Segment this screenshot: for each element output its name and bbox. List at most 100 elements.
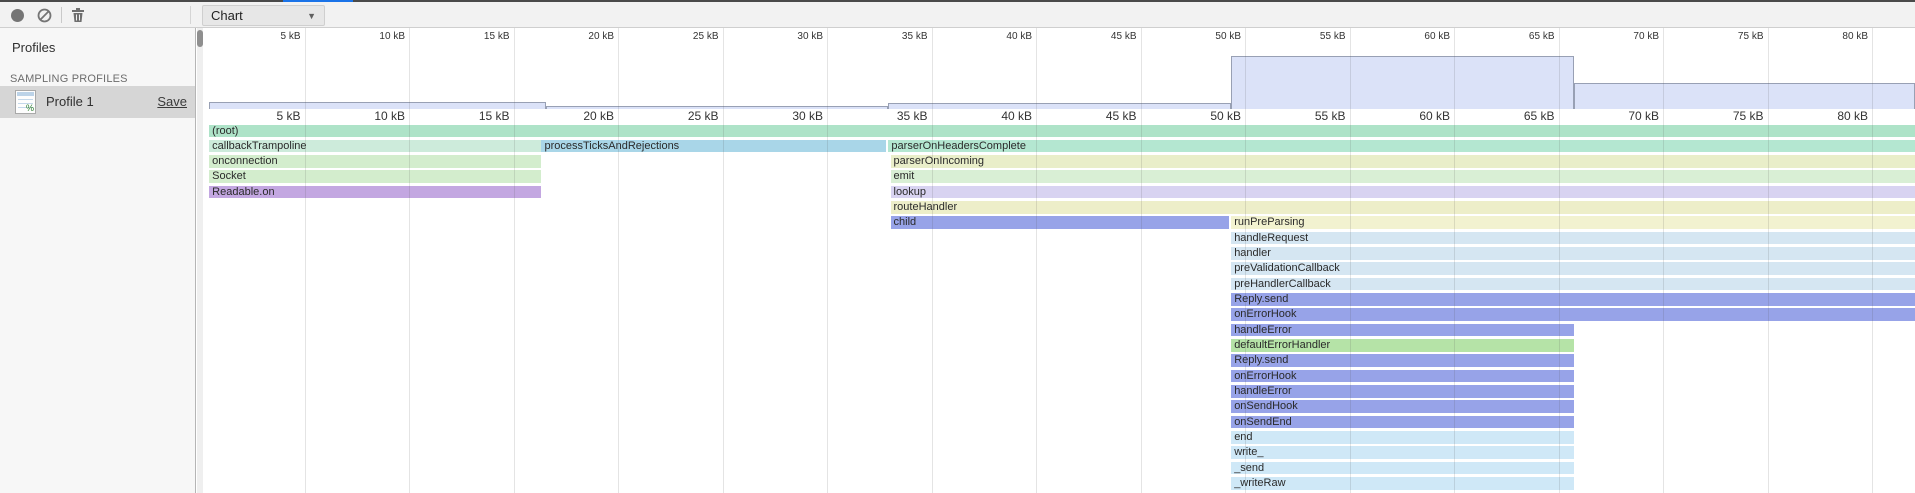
flame-bar[interactable]: parserOnHeadersComplete xyxy=(888,140,1914,153)
ruler-bottom-tick-label: 45 kB xyxy=(1067,109,1137,123)
ruler-top-tick-label: 55 kB xyxy=(1276,31,1346,42)
vertical-scrollbar-thumb[interactable] xyxy=(197,30,203,47)
flame-bar[interactable]: child xyxy=(891,216,1230,229)
clear-button[interactable] xyxy=(34,2,54,28)
overview-step[interactable] xyxy=(888,103,1231,109)
ruler-top-tick-label: 80 kB xyxy=(1798,31,1868,42)
flame-bar[interactable]: emit xyxy=(891,170,1915,183)
save-profile-link[interactable]: Save xyxy=(157,94,187,109)
profiles-sidebar: Profiles SAMPLING PROFILES % Profile 1 S… xyxy=(0,28,196,493)
ruler-top-tick-label: 75 kB xyxy=(1694,31,1764,42)
flame-bar[interactable]: (root) xyxy=(209,125,1914,138)
ruler-bottom-tick-label: 60 kB xyxy=(1380,109,1450,123)
profile-icon: % xyxy=(15,90,36,114)
ruler-top-tick-label: 20 kB xyxy=(544,31,614,42)
ruler-top-tick-label: 25 kB xyxy=(649,31,719,42)
overview-step[interactable] xyxy=(1574,83,1915,109)
flame-bar[interactable]: onconnection xyxy=(209,155,541,168)
gridline xyxy=(305,28,306,493)
ruler-bottom-tick-label: 55 kB xyxy=(1276,109,1346,123)
flame-bar[interactable]: onSendHook xyxy=(1231,400,1574,413)
flame-bar[interactable]: end xyxy=(1231,431,1574,444)
ruler-top-tick-label: 50 kB xyxy=(1171,31,1241,42)
flame-bar[interactable]: Readable.on xyxy=(209,186,541,199)
gridline xyxy=(618,28,619,493)
ruler-bottom-tick-label: 35 kB xyxy=(858,109,928,123)
flame-bar[interactable]: write_ xyxy=(1231,446,1574,459)
gridline xyxy=(409,28,410,493)
flame-bar[interactable]: handleError xyxy=(1231,324,1574,337)
flame-bar[interactable]: Reply.send xyxy=(1231,354,1574,367)
ruler-bottom-tick-label: 5 kB xyxy=(231,109,301,123)
flame-bar[interactable]: _send xyxy=(1231,462,1574,475)
flame-bar[interactable]: preHandlerCallback xyxy=(1231,278,1914,291)
gridline xyxy=(1350,28,1351,493)
flame-bar[interactable]: handleError xyxy=(1231,385,1574,398)
ruler-top-tick-label: 60 kB xyxy=(1380,31,1450,42)
view-mode-select[interactable]: Chart ▼ xyxy=(202,5,325,26)
ruler-bottom-tick-label: 80 kB xyxy=(1798,109,1868,123)
overview-step[interactable] xyxy=(1231,56,1574,109)
profile-name: Profile 1 xyxy=(46,94,94,109)
chevron-down-icon: ▼ xyxy=(307,11,316,21)
ruler-top-tick-label: 45 kB xyxy=(1067,31,1137,42)
flame-bar[interactable]: parserOnIncoming xyxy=(891,155,1915,168)
gridline xyxy=(1768,28,1769,493)
flame-bar[interactable]: Socket xyxy=(209,170,541,183)
flame-bar[interactable]: handleRequest xyxy=(1231,232,1914,245)
ruler-top-tick-label: 10 kB xyxy=(335,31,405,42)
record-icon xyxy=(11,9,24,22)
toolbar-separator xyxy=(61,7,62,23)
ruler-bottom-tick-label: 10 kB xyxy=(335,109,405,123)
flame-bar[interactable]: callbackTrampoline xyxy=(209,140,541,153)
profiler-toolbar: Chart ▼ xyxy=(0,2,1915,28)
sidebar-title: Profiles xyxy=(12,40,55,55)
gridline xyxy=(932,28,933,493)
ruler-top-tick-label: 65 kB xyxy=(1485,31,1555,42)
flame-bar[interactable]: routeHandler xyxy=(891,201,1915,214)
flame-bar[interactable]: runPreParsing xyxy=(1231,216,1914,229)
flame-bar[interactable]: preValidationCallback xyxy=(1231,262,1914,275)
flame-bar[interactable]: processTicksAndRejections xyxy=(541,140,886,153)
flame-bar[interactable]: onErrorHook xyxy=(1231,308,1914,321)
toolbar-divider xyxy=(190,6,191,24)
gridline xyxy=(1036,28,1037,493)
gridline xyxy=(1454,28,1455,493)
gridline xyxy=(1245,28,1246,493)
record-button[interactable] xyxy=(8,2,26,28)
clear-icon xyxy=(37,8,52,23)
ruler-bottom-tick-label: 30 kB xyxy=(753,109,823,123)
devtools-memory-panel: Chart ▼ Profiles SAMPLING PROFILES % Pro… xyxy=(0,0,1915,493)
flame-bar[interactable]: onSendEnd xyxy=(1231,416,1574,429)
delete-profile-button[interactable] xyxy=(68,2,88,28)
trash-icon xyxy=(71,7,85,23)
flame-bar[interactable]: defaultErrorHandler xyxy=(1231,339,1574,352)
ruler-bottom-tick-label: 65 kB xyxy=(1485,109,1555,123)
flame-bar[interactable]: lookup xyxy=(891,186,1915,199)
ruler-top-tick-label: 40 kB xyxy=(962,31,1032,42)
ruler-bottom-tick-label: 20 kB xyxy=(544,109,614,123)
gridline xyxy=(514,28,515,493)
ruler-bottom-tick-label: 15 kB xyxy=(440,109,510,123)
flame-bar[interactable]: handler xyxy=(1231,247,1914,260)
gridline xyxy=(1141,28,1142,493)
sidebar-item-profile-1[interactable]: % Profile 1 Save xyxy=(0,86,195,118)
flame-bar[interactable]: Reply.send xyxy=(1231,293,1914,306)
ruler-bottom-tick-label: 50 kB xyxy=(1171,109,1241,123)
overview-step[interactable] xyxy=(209,102,545,109)
sampling-profiles-header: SAMPLING PROFILES xyxy=(10,73,128,85)
flame-bar[interactable]: _writeRaw xyxy=(1231,477,1574,490)
gridline xyxy=(1559,28,1560,493)
ruler-top-tick-label: 30 kB xyxy=(753,31,823,42)
ruler-top-tick-label: 15 kB xyxy=(440,31,510,42)
gridline xyxy=(723,28,724,493)
vertical-scrollbar-track[interactable] xyxy=(197,28,203,493)
gridline xyxy=(1872,28,1873,493)
ruler-bottom-tick-label: 70 kB xyxy=(1589,109,1659,123)
flame-bar[interactable]: onErrorHook xyxy=(1231,370,1574,383)
ruler-top-tick-label: 5 kB xyxy=(231,31,301,42)
ruler-bottom-tick-label: 75 kB xyxy=(1694,109,1764,123)
ruler-bottom-tick-label: 40 kB xyxy=(962,109,1032,123)
gridline xyxy=(1663,28,1664,493)
gridline xyxy=(827,28,828,493)
